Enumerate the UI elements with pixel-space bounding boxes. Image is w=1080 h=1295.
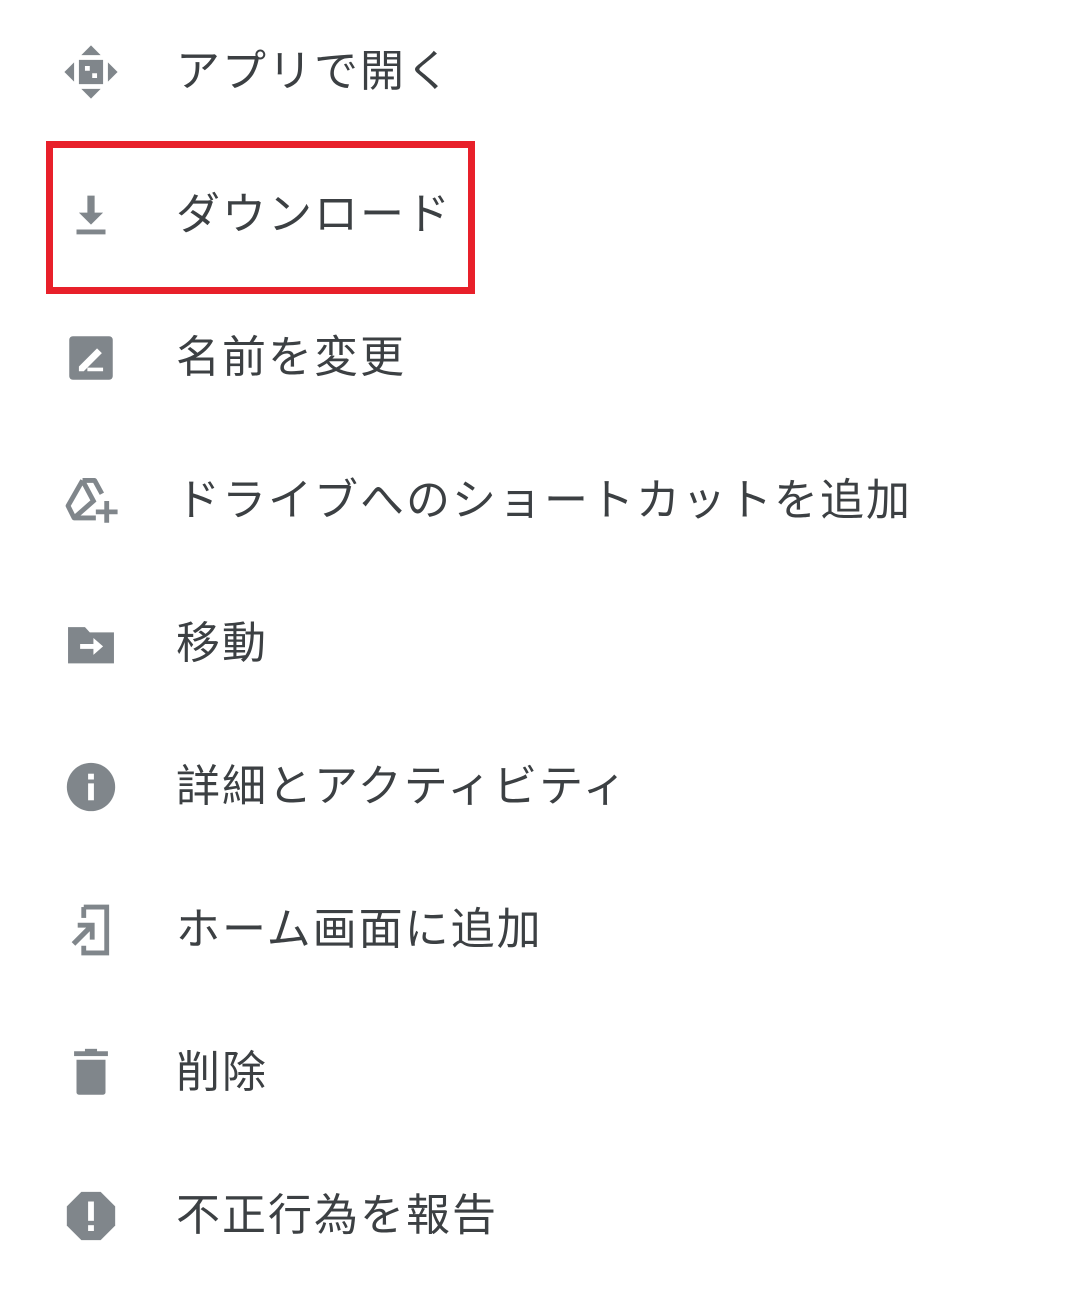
info-icon <box>62 758 120 816</box>
menu-item-rename[interactable]: 名前を変更 <box>0 286 1080 429</box>
report-icon <box>62 1187 120 1245</box>
menu-item-label: 詳細とアクティビティ <box>176 760 629 812</box>
trash-icon <box>62 1044 120 1102</box>
menu-item-label: ダウンロード <box>176 188 452 240</box>
rename-icon <box>62 329 120 387</box>
move-folder-icon <box>62 615 120 673</box>
menu-item-label: 削除 <box>176 1046 268 1098</box>
menu-item-add-to-home[interactable]: ホーム画面に追加 <box>0 858 1080 1001</box>
menu-item-open-with[interactable]: アプリで開く <box>0 0 1080 143</box>
menu-item-label: 移動 <box>176 617 268 669</box>
menu-item-move[interactable]: 移動 <box>0 572 1080 715</box>
menu-item-add-shortcut[interactable]: ドライブへのショートカットを追加 <box>0 429 1080 572</box>
menu-item-label: ドライブへのショートカットを追加 <box>176 474 912 526</box>
menu-item-label: ホーム画面に追加 <box>176 903 543 955</box>
add-to-home-icon <box>62 901 120 959</box>
menu-item-report[interactable]: 不正行為を報告 <box>0 1144 1080 1287</box>
add-shortcut-icon <box>62 472 120 530</box>
menu-item-download[interactable]: ダウンロード <box>0 143 1080 286</box>
menu-item-label: 不正行為を報告 <box>176 1189 498 1241</box>
download-icon <box>62 186 120 244</box>
menu-item-label: 名前を変更 <box>176 331 406 383</box>
file-actions-menu: アプリで開く ダウンロード 名前を変更 ドライブへのショートカットを追加 移動 … <box>0 0 1080 1295</box>
open-with-icon <box>62 43 120 101</box>
menu-item-label: アプリで開く <box>176 45 452 97</box>
menu-item-delete[interactable]: 削除 <box>0 1001 1080 1144</box>
menu-item-details[interactable]: 詳細とアクティビティ <box>0 715 1080 858</box>
